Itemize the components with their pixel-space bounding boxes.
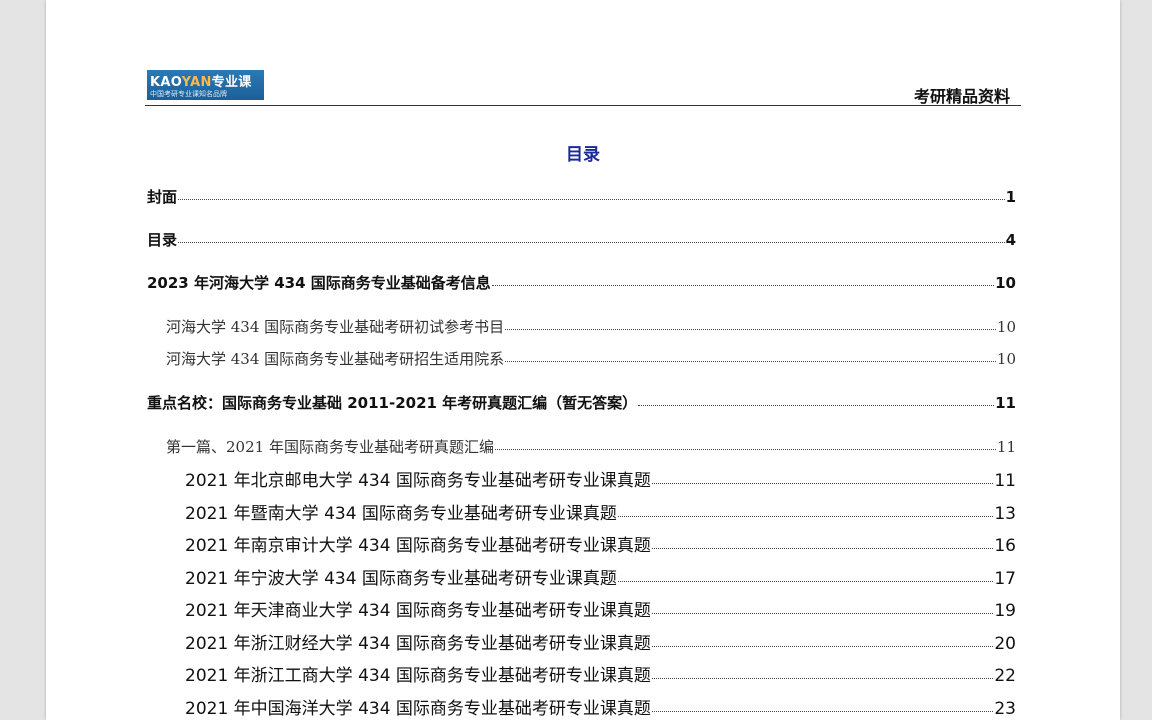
toc-entry[interactable]: 2021 年宁波大学 434 国际商务专业基础考研专业课真题 17 xyxy=(185,564,1016,589)
toc-entry-label: 2021 年暨南大学 434 国际商务专业基础考研专业课真题 xyxy=(185,504,617,524)
header-right-text: 考研精品资料 xyxy=(913,87,1010,106)
document-page: KAOYAN专业课 中国考研专业课知名品牌 考研精品资料 目录 封面 1 目录 4 … xyxy=(46,0,1120,720)
toc-leader-dots xyxy=(491,285,995,286)
toc-entry-page: 23 xyxy=(994,699,1016,719)
toc-entry[interactable]: 河海大学 434 国际商务专业基础考研初试参考书目 10 xyxy=(166,316,1016,337)
toc-entry-page: 13 xyxy=(994,504,1016,524)
toc-leader-dots xyxy=(651,678,994,679)
toc-leader-dots xyxy=(651,613,994,614)
toc-leader-dots xyxy=(494,449,996,450)
toc-entry-label: 2021 年南京审计大学 434 国际商务专业基础考研专业课真题 xyxy=(185,536,651,556)
toc-entry-page: 16 xyxy=(994,536,1016,556)
toc-entry-label: 第一篇、2021 年国际商务专业基础考研真题汇编 xyxy=(166,438,494,456)
toc-leader-dots xyxy=(178,242,1005,243)
toc-leader-dots xyxy=(617,516,994,517)
toc-entry-label: 重点名校：国际商务专业基础 2011-2021 年考研真题汇编（暂无答案） xyxy=(147,394,638,412)
logo-wordmark: KAOYAN专业课 xyxy=(150,75,252,90)
toc-entry-page: 22 xyxy=(994,666,1016,686)
toc-entry-page: 11 xyxy=(995,394,1016,412)
toc-entry-page: 19 xyxy=(994,601,1016,621)
viewer-background-right xyxy=(1120,0,1152,720)
toc-entry[interactable]: 河海大学 434 国际商务专业基础考研招生适用院系 10 xyxy=(166,348,1016,369)
toc-entry-label: 目录 xyxy=(147,231,178,249)
toc-entry-label: 河海大学 434 国际商务专业基础考研初试参考书目 xyxy=(166,318,505,336)
toc-entry[interactable]: 2021 年天津商业大学 434 国际商务专业基础考研专业课真题 19 xyxy=(185,596,1016,621)
toc-entry[interactable]: 2021 年中国海洋大学 434 国际商务专业基础考研专业课真题 23 xyxy=(185,694,1016,719)
toc-entry-label: 河海大学 434 国际商务专业基础考研招生适用院系 xyxy=(166,350,505,368)
toc-leader-dots xyxy=(178,199,1005,200)
toc-entry-label: 2021 年天津商业大学 434 国际商务专业基础考研专业课真题 xyxy=(185,601,651,621)
toc-entry[interactable]: 2021 年南京审计大学 434 国际商务专业基础考研专业课真题 16 xyxy=(185,531,1016,556)
toc-leader-dots xyxy=(505,361,996,362)
toc-entry[interactable]: 2021 年浙江工商大学 434 国际商务专业基础考研专业课真题 22 xyxy=(185,661,1016,686)
toc-leader-dots xyxy=(617,581,994,582)
toc-entry-page: 11 xyxy=(994,471,1016,491)
toc-leader-dots xyxy=(651,483,994,484)
toc-entry[interactable]: 2021 年浙江财经大学 434 国际商务专业基础考研专业课真题 20 xyxy=(185,629,1016,654)
toc-entry-page: 11 xyxy=(996,438,1016,456)
toc-entry[interactable]: 第一篇、2021 年国际商务专业基础考研真题汇编 11 xyxy=(166,436,1016,457)
toc-entry-label: 2021 年北京邮电大学 434 国际商务专业基础考研专业课真题 xyxy=(185,471,651,491)
toc-entry-label: 2021 年宁波大学 434 国际商务专业基础考研专业课真题 xyxy=(185,569,617,589)
toc-entry-page: 17 xyxy=(994,569,1016,589)
toc-entry[interactable]: 封面 1 xyxy=(147,186,1016,207)
toc-entry-label: 2021 年浙江工商大学 434 国际商务专业基础考研专业课真题 xyxy=(185,666,651,686)
toc-entry-page: 20 xyxy=(994,634,1016,654)
toc-entry-page: 10 xyxy=(996,318,1016,336)
toc-entry-label: 封面 xyxy=(147,188,178,206)
toc-entry-label: 2021 年中国海洋大学 434 国际商务专业基础考研专业课真题 xyxy=(185,699,651,719)
logo-tagline: 中国考研专业课知名品牌 xyxy=(150,90,227,98)
toc-entry-page: 10 xyxy=(995,274,1016,292)
toc-entry[interactable]: 2021 年北京邮电大学 434 国际商务专业基础考研专业课真题 11 xyxy=(185,466,1016,491)
toc-leader-dots xyxy=(651,548,994,549)
kaoyan-logo: KAOYAN专业课 中国考研专业课知名品牌 xyxy=(147,70,264,100)
toc-leader-dots xyxy=(651,711,994,712)
toc-leader-dots xyxy=(505,329,996,330)
toc-leader-dots xyxy=(651,646,994,647)
toc-entry[interactable]: 2021 年暨南大学 434 国际商务专业基础考研专业课真题 13 xyxy=(185,499,1016,524)
toc-entry-page: 10 xyxy=(996,350,1016,368)
toc-entry-page: 4 xyxy=(1005,231,1016,249)
toc-entry[interactable]: 重点名校：国际商务专业基础 2011-2021 年考研真题汇编（暂无答案） 11 xyxy=(147,392,1016,413)
toc-entry-page: 1 xyxy=(1005,188,1016,206)
header-divider xyxy=(145,105,1021,106)
toc-entry-label: 2023 年河海大学 434 国际商务专业基础备考信息 xyxy=(147,274,491,292)
toc-entry-label: 2021 年浙江财经大学 434 国际商务专业基础考研专业课真题 xyxy=(185,634,651,654)
toc-title: 目录 xyxy=(566,145,600,165)
toc-entry[interactable]: 目录 4 xyxy=(147,229,1016,250)
viewer-background-left xyxy=(0,0,46,720)
toc-entry[interactable]: 2023 年河海大学 434 国际商务专业基础备考信息 10 xyxy=(147,272,1016,293)
toc-leader-dots xyxy=(638,405,995,406)
